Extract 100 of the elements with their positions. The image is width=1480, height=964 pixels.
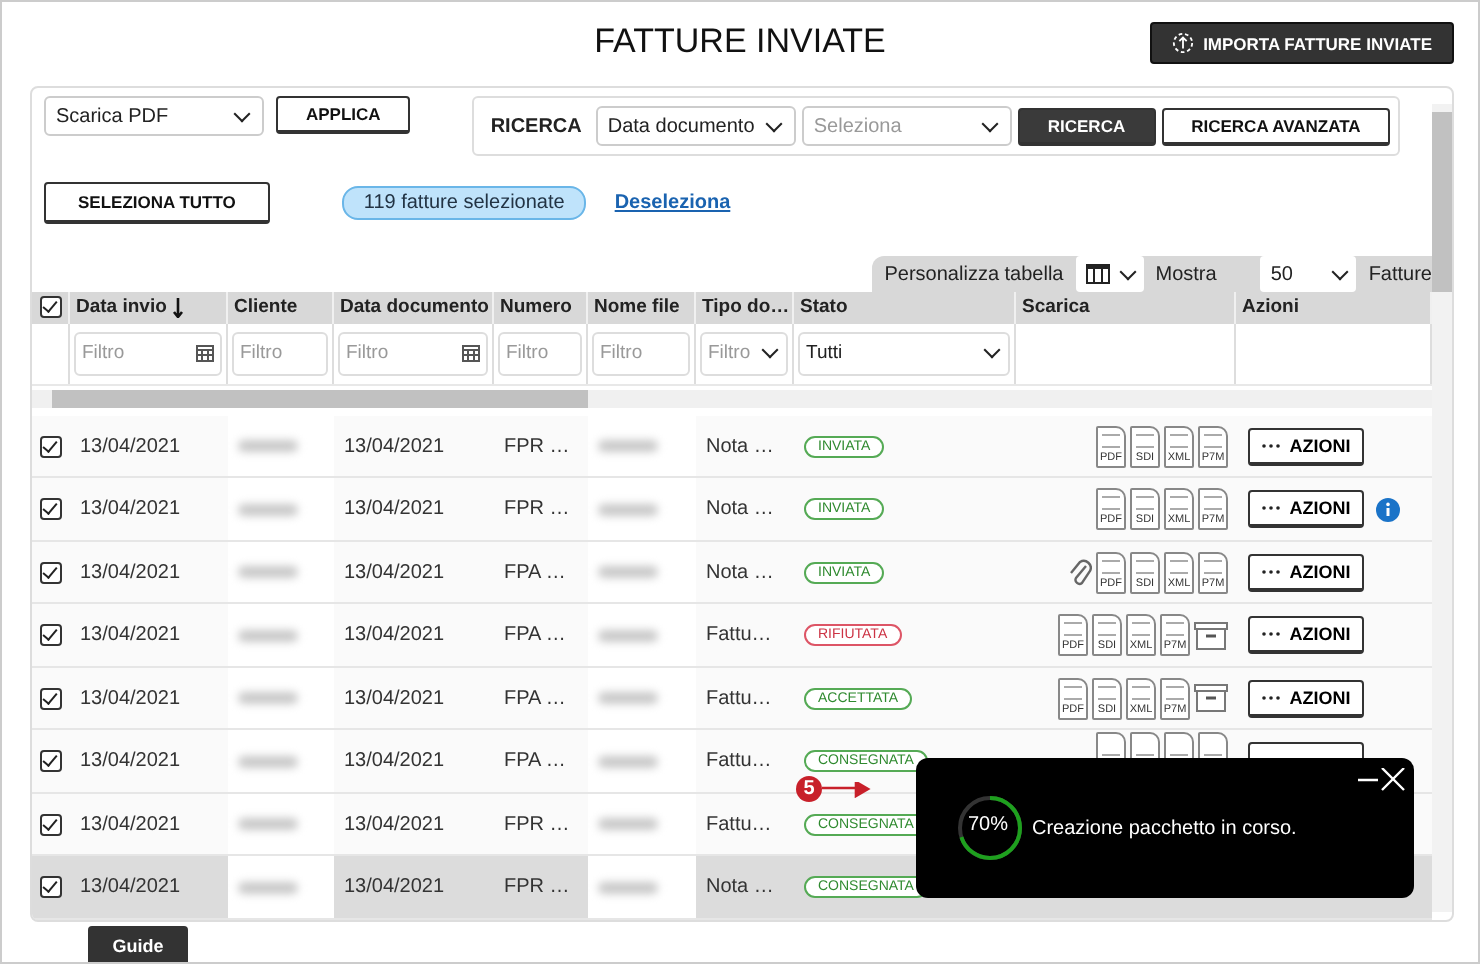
apply-button[interactable]: APPLICA <box>276 96 411 134</box>
guide-tab[interactable]: Guide <box>88 926 188 962</box>
scrollbar-thumb[interactable] <box>52 389 588 408</box>
blurred-text-drawing <box>238 566 298 579</box>
select-all-checkbox[interactable] <box>39 296 61 319</box>
table-cell: 13/04/2021 <box>344 498 445 521</box>
blurred-text-drawing <box>598 629 658 642</box>
column-header[interactable]: Nome file <box>594 296 680 319</box>
columns-dropdown[interactable] <box>1075 256 1144 292</box>
row-checkbox[interactable] <box>40 561 62 584</box>
blurred-text-drawing <box>238 692 298 705</box>
table-cell: Nota … <box>706 435 774 458</box>
actions-button[interactable]: AZIONI <box>1248 490 1364 529</box>
column-header[interactable]: Tipo do… <box>702 296 790 319</box>
table-cell: 13/04/2021 <box>80 435 181 458</box>
table-cell: FPR … <box>504 876 570 899</box>
column-header[interactable]: Stato <box>800 296 848 319</box>
blurred-text-drawing <box>238 629 298 642</box>
actions-button[interactable]: AZIONI <box>1248 616 1364 655</box>
deselect-link[interactable]: Deseleziona <box>614 192 731 214</box>
filter-dropdown[interactable]: Tutti <box>798 331 1010 376</box>
blurred-text-drawing <box>598 503 658 516</box>
table-cell: 13/04/2021 <box>80 561 181 584</box>
table-cell: Fattu… <box>706 624 772 647</box>
pointer-arrow <box>822 781 874 797</box>
column-header[interactable]: Azioni <box>1242 296 1299 319</box>
columns-icon <box>1085 264 1110 284</box>
blurred-text-drawing <box>598 440 658 453</box>
search-button[interactable]: RICERCA <box>1017 107 1156 145</box>
archive-box-icon[interactable] <box>1194 621 1228 650</box>
bulk-action-dropdown[interactable]: Scarica PDF <box>44 96 264 136</box>
table-cell: 13/04/2021 <box>344 750 445 773</box>
archive-box-icon[interactable] <box>1194 684 1228 713</box>
blurred-text-drawing <box>598 755 658 768</box>
table-cell: FPA … <box>504 750 566 773</box>
more-icon <box>1261 569 1280 574</box>
row-checkbox[interactable] <box>40 687 62 710</box>
page-title: FATTURE INVIATE <box>594 22 886 62</box>
close-icon[interactable] <box>1358 768 1406 792</box>
table-cell: FPR … <box>504 498 570 521</box>
table-cell: 13/04/2021 <box>344 687 445 710</box>
row-checkbox[interactable] <box>40 498 62 521</box>
progress-ring <box>956 794 1024 862</box>
table-cell: Fattu… <box>706 687 772 710</box>
blurred-text-drawing <box>238 881 298 894</box>
row-checkbox[interactable] <box>40 624 62 647</box>
column-header[interactable]: Scarica <box>1022 296 1090 319</box>
table-cell: 13/04/2021 <box>80 687 181 710</box>
more-icon <box>1261 632 1280 637</box>
unit-label: Fatture <box>1368 263 1432 285</box>
row-checkbox[interactable] <box>40 813 62 836</box>
selection-count-badge: 119 fatture selezionate <box>341 186 587 220</box>
table-cell: 13/04/2021 <box>344 435 445 458</box>
actions-button[interactable]: AZIONI <box>1248 553 1364 592</box>
row-checkbox[interactable] <box>40 750 62 773</box>
search-field-dropdown[interactable]: Data documento <box>595 106 796 146</box>
progress-percent: 70% <box>968 814 1009 836</box>
table-cell: 13/04/2021 <box>344 561 445 584</box>
table-cell: Nota … <box>706 561 774 584</box>
table-cell: Nota … <box>706 876 774 899</box>
paperclip-icon[interactable] <box>1068 556 1092 589</box>
vertical-scrollbar-thumb[interactable] <box>1432 112 1452 292</box>
table-cell: 13/04/2021 <box>80 876 181 899</box>
more-icon <box>1261 695 1280 700</box>
table-cell: 13/04/2021 <box>80 813 181 836</box>
sort-arrow-icon[interactable] <box>172 297 185 318</box>
column-header[interactable]: Data documento <box>340 296 489 319</box>
upload-icon <box>1171 32 1194 54</box>
actions-button[interactable]: AZIONI <box>1248 427 1364 466</box>
info-icon[interactable] <box>1376 497 1400 522</box>
column-header[interactable]: Numero <box>500 296 572 319</box>
customize-label: Personalizza tabella <box>884 263 1064 285</box>
row-checkbox[interactable] <box>40 435 62 458</box>
more-icon <box>1261 506 1280 511</box>
blurred-text-drawing <box>598 692 658 705</box>
table-cell: Fattu… <box>706 813 772 836</box>
search-label: RICERCA <box>490 115 582 137</box>
table-cell: 13/04/2021 <box>344 813 445 836</box>
calendar-icon <box>462 344 480 363</box>
table-cell: 13/04/2021 <box>344 876 445 899</box>
page-size-dropdown[interactable]: 50 <box>1260 256 1357 292</box>
advanced-search-button[interactable]: RICERCA AVANZATA <box>1161 107 1391 145</box>
table-cell: FPA … <box>504 624 566 647</box>
table-cell: Nota … <box>706 498 774 521</box>
row-checkbox[interactable] <box>40 876 62 899</box>
select-all-button[interactable]: SELEZIONA TUTTO <box>44 182 270 224</box>
calendar-icon <box>196 344 214 363</box>
table-cell: 13/04/2021 <box>80 750 181 773</box>
blurred-text-drawing <box>238 818 298 831</box>
table-cell: 13/04/2021 <box>80 624 181 647</box>
import-button[interactable]: IMPORTA FATTURE INVIATE <box>1149 22 1454 64</box>
blurred-text-drawing <box>598 818 658 831</box>
column-header[interactable]: Cliente <box>234 296 298 319</box>
blurred-text-drawing <box>238 440 298 453</box>
table-cell: Fattu… <box>706 750 772 773</box>
blurred-text-drawing <box>238 503 298 516</box>
more-icon <box>1261 443 1280 448</box>
column-header[interactable]: Data invio <box>76 296 167 319</box>
actions-button[interactable]: AZIONI <box>1248 679 1364 718</box>
blurred-text-drawing <box>598 566 658 579</box>
